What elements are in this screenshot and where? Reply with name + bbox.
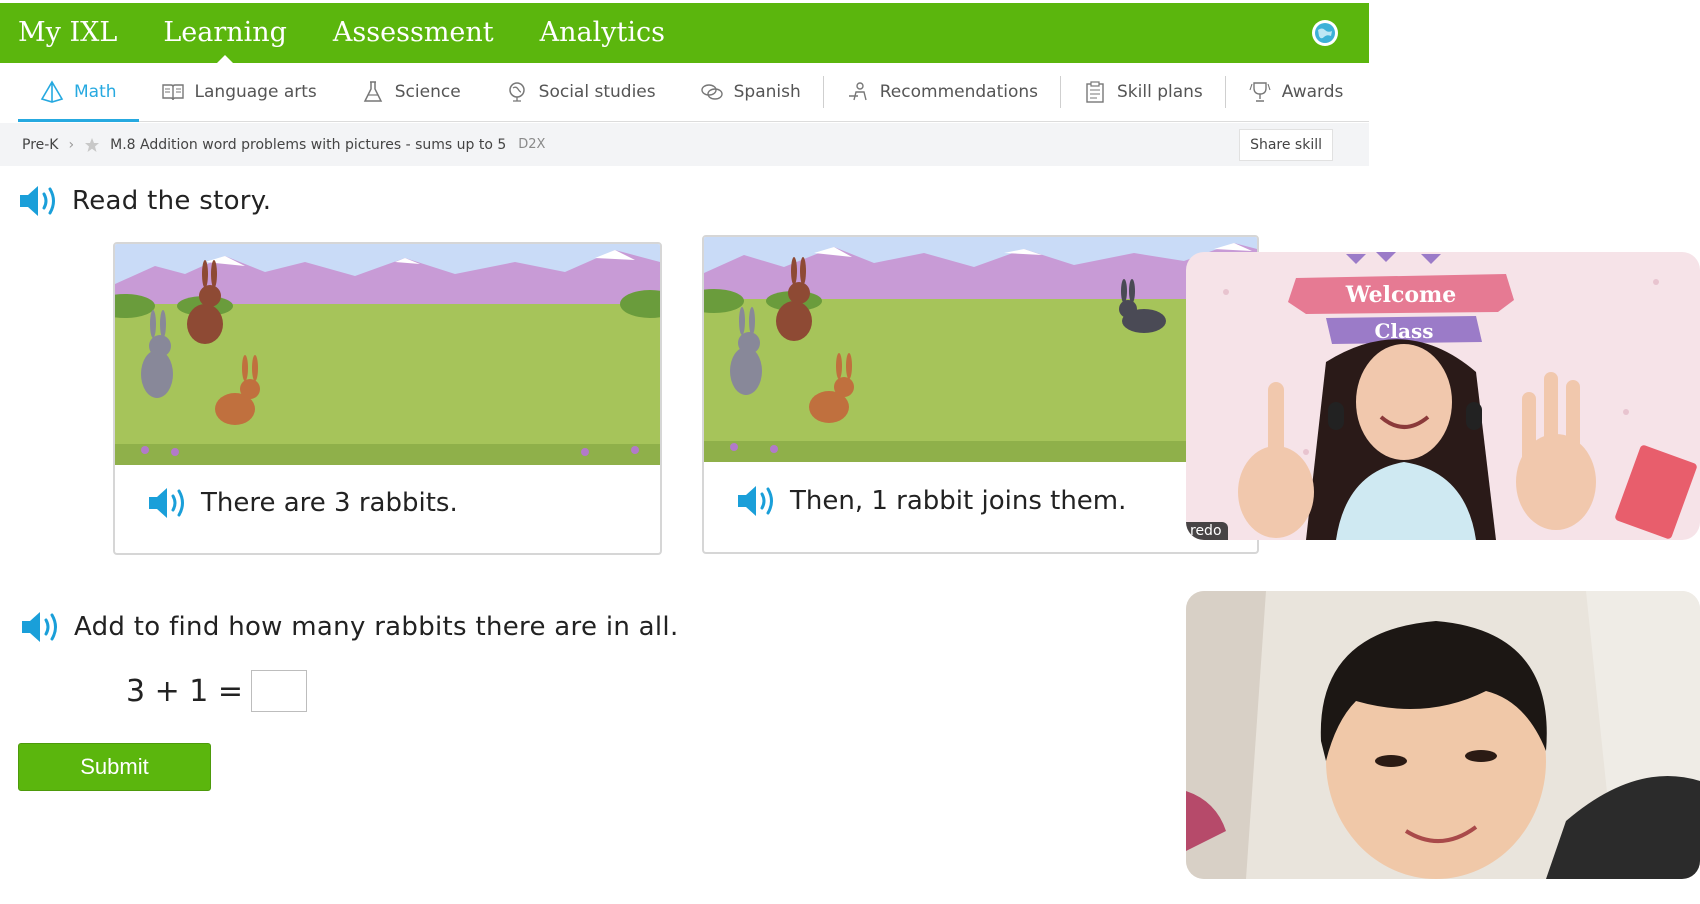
trophy-icon <box>1249 82 1271 102</box>
story-card-2: Then, 1 rabbit joins them. <box>702 235 1259 554</box>
breadcrumb: Pre-K › M.8 Addition word problems with … <box>0 123 1369 166</box>
nav-assessment[interactable]: Assessment <box>333 3 494 63</box>
teacher-video-feed: Welcome Class <box>1186 252 1700 540</box>
submit-button[interactable]: Submit <box>18 743 211 791</box>
nav-analytics[interactable]: Analytics <box>540 3 665 63</box>
avatar-globe-icon[interactable] <box>1311 19 1339 47</box>
clipboard-icon <box>1086 81 1104 103</box>
rabbits-scene-1 <box>115 244 660 465</box>
answer-input[interactable] <box>251 670 308 712</box>
speaker-icon[interactable] <box>18 183 62 219</box>
speaker-icon[interactable] <box>20 609 64 645</box>
breadcrumb-separator: › <box>68 136 75 153</box>
story-card-1: There are 3 rabbits. <box>113 242 662 555</box>
tab-label: Language arts <box>194 82 317 102</box>
tab-label: Skill plans <box>1117 82 1203 102</box>
speech-bubbles-icon <box>700 84 723 100</box>
story-card-2-caption: Then, 1 rabbit joins them. <box>736 483 1126 519</box>
add-prompt: Add to find how many rabbits there are i… <box>20 609 679 645</box>
tab-spanish[interactable]: Spanish <box>678 63 823 121</box>
story-prompt: Read the story. <box>18 183 271 219</box>
tab-label: Recommendations <box>879 82 1038 102</box>
pyramid-icon <box>40 80 64 103</box>
tab-social-studies[interactable]: Social studies <box>483 63 678 121</box>
share-skill-button[interactable]: Share skill <box>1239 129 1333 161</box>
story-prompt-text: Read the story. <box>72 186 272 216</box>
tab-awards[interactable]: Awards <box>1226 63 1366 121</box>
story-card-2-text: Then, 1 rabbit joins them. <box>790 486 1127 516</box>
equation-text: 3 + 1 = <box>126 673 244 709</box>
banner-class-text: Class <box>1375 319 1434 343</box>
tab-math[interactable]: Math <box>18 63 139 122</box>
breadcrumb-level[interactable]: Pre-K <box>22 137 59 153</box>
book-icon <box>161 84 184 101</box>
top-nav: My IXL Learning Assessment Analytics <box>0 3 1369 63</box>
person-icon <box>848 82 867 101</box>
skill-code: D2X <box>518 137 546 152</box>
skill-title: M.8 Addition word problems with pictures… <box>110 136 507 153</box>
story-card-1-text: There are 3 rabbits. <box>201 488 458 518</box>
tab-science[interactable]: Science <box>339 63 483 121</box>
nav-learning[interactable]: Learning <box>163 3 287 63</box>
equation: 3 + 1 = <box>126 670 308 712</box>
tab-language-arts[interactable]: Language arts <box>139 63 339 121</box>
tab-label: Science <box>394 82 461 102</box>
tab-recommendations[interactable]: Recommendations <box>824 63 1060 121</box>
student-video-tile <box>1186 591 1700 879</box>
banner-welcome-text: Welcome <box>1345 282 1457 308</box>
tab-label: Math <box>74 82 117 102</box>
subject-tabs: Math Language arts Science Social studie… <box>18 63 1369 122</box>
add-prompt-text: Add to find how many rabbits there are i… <box>74 612 679 642</box>
teacher-video-tile: Welcome Class redo <box>1186 252 1700 540</box>
speaker-icon[interactable] <box>147 485 191 521</box>
rabbits-scene-2 <box>704 237 1257 462</box>
student-video-feed <box>1186 591 1700 879</box>
app-root: My IXL Learning Assessment Analytics Mat… <box>0 0 1700 904</box>
globe-icon <box>508 82 525 102</box>
tab-label: Social studies <box>538 82 656 102</box>
tab-skill-plans[interactable]: Skill plans <box>1061 63 1225 121</box>
star-icon[interactable] <box>84 137 100 153</box>
speaker-icon[interactable] <box>736 483 780 519</box>
nav-my-ixl[interactable]: My IXL <box>18 3 117 63</box>
tab-label: Awards <box>1281 82 1344 102</box>
story-card-1-caption: There are 3 rabbits. <box>147 485 458 521</box>
tab-label: Spanish <box>733 82 801 102</box>
flask-icon <box>363 81 382 102</box>
participant-name-tag: redo <box>1186 522 1228 540</box>
